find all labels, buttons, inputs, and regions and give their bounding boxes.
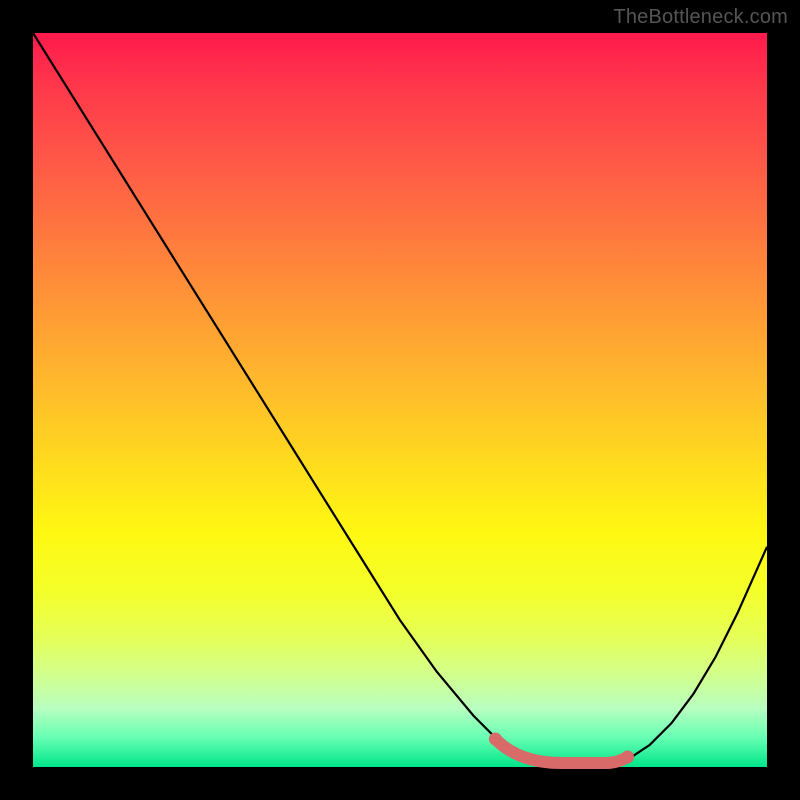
attribution-text: TheBottleneck.com	[613, 6, 788, 29]
highlight-segment	[495, 739, 627, 763]
curve-path	[33, 33, 767, 767]
segment-end-dot	[621, 751, 634, 764]
chart-frame: TheBottleneck.com	[0, 0, 800, 800]
plot-area	[33, 33, 767, 767]
bottleneck-curve	[33, 33, 767, 767]
segment-start-dot	[489, 733, 502, 746]
